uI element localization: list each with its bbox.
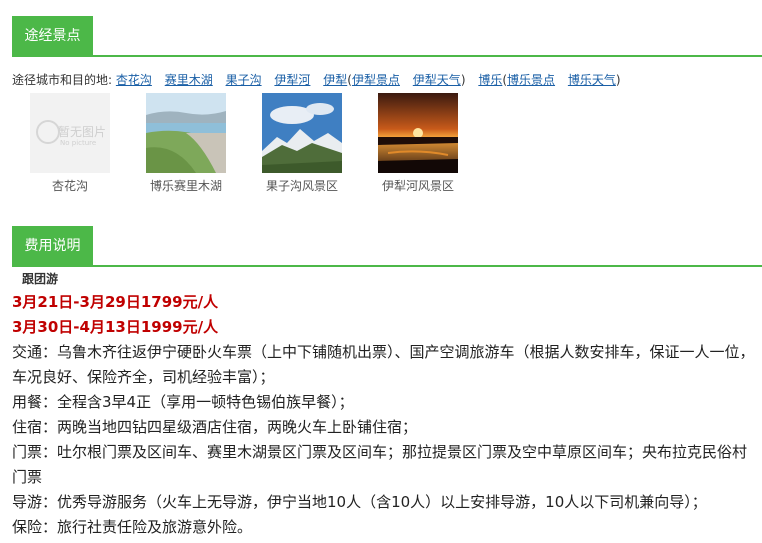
- photo-card[interactable]: 暂无图片 No picture 杏花沟: [30, 93, 110, 194]
- fee-section-divider: [12, 265, 762, 267]
- photo-caption: 伊犁河风景区: [381, 179, 454, 193]
- route-link-bole-attractions[interactable]: 博乐景点: [507, 73, 555, 87]
- fee-detail-guide: 导游：优秀导游服务（火车上无导游，伊宁当地10人（含10人）以上安排导游，10人…: [12, 493, 707, 511]
- route-link-yili-river[interactable]: 伊犁河: [274, 73, 310, 87]
- route-link-xinghuagou[interactable]: 杏花沟: [116, 73, 152, 87]
- fee-section-title: 费用说明: [12, 226, 93, 266]
- paren-close: ): [460, 73, 466, 87]
- fee-detail-tickets: 门票：吐尔根门票及区间车、赛里木湖景区门票及区间车；那拉提景区门票及空中草原区间…: [12, 443, 748, 486]
- route-section-divider: [12, 55, 762, 57]
- route-link-yili-weather[interactable]: 伊犁天气: [413, 73, 461, 87]
- route-link-bole-weather[interactable]: 博乐天气: [568, 73, 616, 87]
- placeholder-title: 暂无图片: [58, 125, 107, 139]
- route-section-title: 途经景点: [12, 16, 93, 56]
- route-link-guozigou[interactable]: 果子沟: [226, 73, 262, 87]
- price-line: 3月30日-4月13日1999元/人: [12, 318, 219, 336]
- photo-yili-river: [378, 93, 458, 173]
- fee-section: 费用说明 跟团游 3月21日-3月29日1799元/人 3月30日-4月13日1…: [0, 210, 762, 536]
- camera-icon: [36, 120, 60, 144]
- tour-type-label: 跟团游: [22, 272, 59, 286]
- fee-detail-insurance: 保险：旅行社责任险及旅游意外险。: [12, 518, 253, 536]
- photo-caption: 博乐赛里木湖: [149, 179, 222, 193]
- no-picture-placeholder: 暂无图片 No picture: [30, 93, 110, 173]
- route-link-yili-attractions[interactable]: 伊犁景点: [352, 73, 400, 87]
- route-link-yili[interactable]: 伊犁: [323, 73, 347, 87]
- route-link-bole[interactable]: 博乐: [478, 73, 502, 87]
- fee-content: 跟团游 3月21日-3月29日1799元/人 3月30日-4月13日1999元/…: [12, 268, 757, 540]
- fee-detail-transport: 交通：乌鲁木齐往返伊宁硬卧火车票（上中下铺随机出票）、国产空调旅游车（根据人数安…: [12, 343, 755, 386]
- fee-detail-lodging: 住宿：两晚当地四钻四星级酒店住宿，两晚火车上卧铺住宿；: [12, 418, 418, 436]
- photo-card[interactable]: 博乐赛里木湖: [146, 93, 226, 194]
- route-label: 途径城市和目的地:: [12, 73, 113, 87]
- placeholder-subtitle: No picture: [60, 139, 97, 147]
- fee-detail-meals: 用餐：全程含3早4正（享用一顿特色锡伯族早餐）；: [12, 393, 354, 411]
- fee-section-header: 费用说明: [0, 210, 762, 270]
- photo-card[interactable]: 果子沟风景区: [262, 93, 342, 194]
- photo-guozigou: [262, 93, 342, 173]
- photo-sailimu-lake: [146, 93, 226, 173]
- route-destinations: 途径城市和目的地: 杏花沟 赛里木湖 果子沟 伊犁河 伊犁(伊犁景点 伊犁天气)…: [12, 71, 621, 88]
- photo-caption: 杏花沟: [51, 179, 88, 193]
- price-line: 3月21日-3月29日1799元/人: [12, 293, 219, 311]
- photo-caption: 果子沟风景区: [265, 179, 338, 193]
- route-link-sailimu-lake[interactable]: 赛里木湖: [165, 73, 213, 87]
- paren-close: ): [615, 73, 621, 87]
- route-section-header: 途经景点: [0, 0, 762, 60]
- route-section: 途经景点 途径城市和目的地: 杏花沟 赛里木湖 果子沟 伊犁河 伊犁(伊犁景点 …: [0, 0, 762, 210]
- photo-card[interactable]: 伊犁河风景区: [378, 93, 458, 194]
